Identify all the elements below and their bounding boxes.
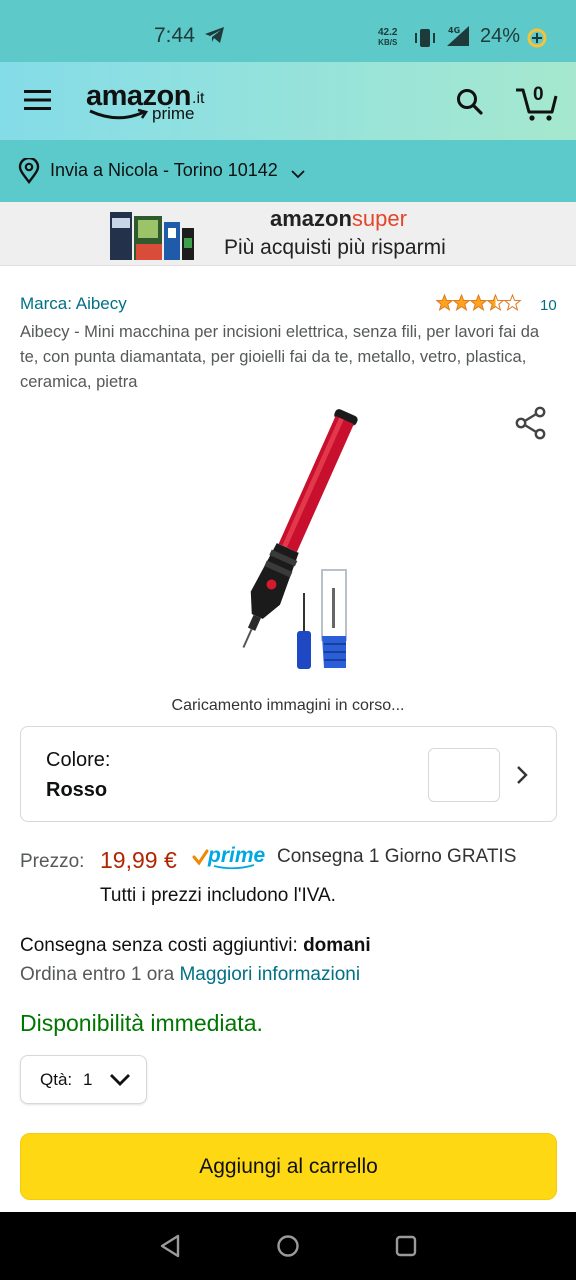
availability-status: Disponibilità immediata.	[20, 1010, 263, 1036]
price-label: Prezzo:	[20, 851, 85, 872]
prime-badge: prime	[192, 843, 272, 876]
order-by-text: Ordina entro 1 ora	[20, 964, 175, 985]
add-to-cart-button[interactable]: Aggiungi al carrello	[20, 1133, 557, 1200]
star-2	[452, 293, 471, 311]
hamburger-menu-icon[interactable]	[24, 88, 56, 114]
network-speed-unit: KB/S	[378, 38, 398, 47]
promo-title: amazonsuper	[270, 206, 407, 232]
back-icon[interactable]	[158, 1234, 182, 1263]
logo-prime: prime	[152, 104, 195, 123]
location-pin-icon	[18, 156, 40, 189]
network-speed: 42.2 KB/S	[378, 28, 397, 48]
system-nav-bar	[0, 1212, 576, 1280]
promo-subtitle: Più acquisti più risparmi	[224, 236, 446, 259]
promo-products-image	[108, 208, 196, 267]
cart-button[interactable]: 0	[514, 82, 558, 122]
signal-icon: 4G	[445, 24, 471, 53]
quantity-label: Qtà:	[40, 1070, 73, 1089]
delivery-location-text: Invia a Nicola - Torino 10142	[50, 160, 278, 180]
color-selector[interactable]: Colore: Rosso	[20, 726, 557, 822]
product-title: Aibecy - Mini macchina per incisioni ele…	[20, 323, 540, 391]
logo-smile-icon	[88, 108, 152, 127]
telegram-icon	[204, 26, 226, 49]
price: 19,99 €	[100, 847, 177, 873]
add-to-cart-label: Aggiungi al carrello	[199, 1155, 378, 1178]
star-1	[435, 293, 454, 311]
promo-banner[interactable]: amazonsuper Più acquisti più risparmi	[0, 202, 576, 266]
delivery-day: domani	[303, 935, 371, 956]
amazon-prime-logo[interactable]: amazon .it prime	[86, 80, 216, 126]
rating-stars[interactable]	[435, 293, 522, 317]
quantity-dropdown[interactable]: Qtà: 1	[20, 1055, 147, 1104]
star-3	[469, 293, 488, 311]
quantity-value: 1	[83, 1070, 93, 1089]
home-icon[interactable]	[276, 1234, 300, 1263]
recent-apps-icon[interactable]	[395, 1235, 417, 1262]
order-by-info: Ordina entro 1 ora Maggiori informazioni	[20, 964, 360, 986]
delivery-info: Consegna senza costi aggiuntivi: domani	[20, 935, 371, 957]
vibrate-icon	[414, 27, 436, 54]
status-time: 7:44	[154, 24, 195, 47]
chevron-right-icon	[516, 765, 528, 790]
promo-brand: amazon	[270, 206, 352, 231]
delivery-label: Consegna senza costi aggiuntivi:	[20, 935, 298, 956]
svg-text:4G: 4G	[448, 26, 460, 35]
chevron-down-icon	[109, 1073, 131, 1092]
more-info-link[interactable]: Maggiori informazioni	[179, 964, 360, 985]
color-label: Colore:	[46, 749, 111, 771]
network-speed-value: 42.2	[378, 27, 398, 38]
promo-title-suffix: super	[351, 206, 407, 231]
delivery-location-bar[interactable]: Invia a Nicola - Torino 10142	[0, 140, 576, 202]
color-swatch[interactable]	[428, 748, 500, 802]
search-icon[interactable]	[456, 88, 484, 121]
svg-text:prime: prime	[207, 844, 266, 867]
app-header: amazon .it prime 0	[0, 62, 576, 140]
battery-percent: 24%	[480, 25, 521, 47]
cart-count: 0	[533, 84, 544, 105]
color-value: Rosso	[46, 779, 108, 801]
share-icon[interactable]	[514, 406, 548, 445]
product-image[interactable]	[210, 398, 370, 683]
delivery-short-text: Consegna 1 Giorno GRATIS	[277, 846, 517, 867]
chevron-down-icon	[290, 166, 306, 184]
brand-link[interactable]: Marca: Aibecy	[20, 294, 127, 314]
star-4	[486, 293, 505, 311]
status-bar: 7:44 42.2 KB/S 4G 24%	[0, 0, 576, 62]
star-5	[503, 293, 522, 311]
rating-count-link[interactable]: 10	[540, 297, 557, 314]
battery-saver-icon	[526, 27, 548, 54]
image-loading-text: Caricamento immagini in corso...	[171, 697, 405, 714]
vat-note: Tutti i prezzi includono l'IVA.	[100, 885, 336, 906]
